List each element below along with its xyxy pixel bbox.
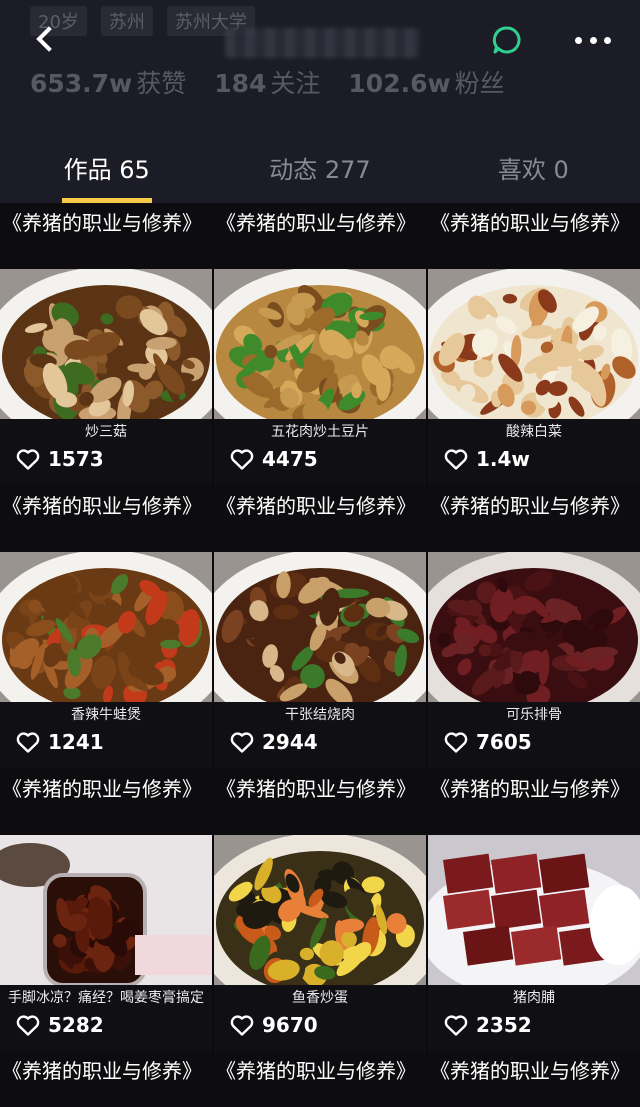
chat-bubble-icon[interactable] — [492, 25, 522, 55]
like-count: 5282 — [16, 1013, 104, 1037]
video-caption: 手脚冰凉？痛经？喝姜枣膏搞定 — [8, 990, 204, 1006]
like-count-value: 5282 — [48, 1013, 104, 1037]
video-caption: 可乐排骨 — [506, 707, 562, 723]
video-card[interactable]: 《养猪的职业与修养》 手脚冰凉？痛经？喝姜枣膏搞定 5282 — [0, 769, 212, 1051]
video-caption: 五花肉炒土豆片 — [271, 424, 369, 440]
heart-icon — [16, 448, 40, 470]
profile-stats: 653.7w 获赞 184 关注 102.6w 粉丝 — [30, 64, 505, 100]
video-thumbnail — [428, 269, 640, 419]
video-card[interactable]: 《养猪的职业与修养》 — [214, 1051, 426, 1107]
video-title: 《养猪的职业与修养》 — [428, 769, 640, 835]
profile-header: 20岁 苏州 苏州大学 653.7w 获赞 184 关注 102.6w 粉丝 作品 6… — [0, 0, 640, 203]
like-count: 2352 — [444, 1013, 532, 1037]
like-count: 7605 — [444, 730, 532, 754]
video-title: 《养猪的职业与修养》 — [428, 203, 640, 269]
video-card[interactable]: 《养猪的职业与修养》 鱼香炒蛋 9670 — [214, 769, 426, 1051]
video-card[interactable]: 《养猪的职业与修养》 — [0, 1051, 212, 1107]
video-thumbnail — [214, 269, 426, 419]
blurred-username — [225, 28, 420, 58]
like-count: 2944 — [230, 730, 318, 754]
video-card[interactable]: 《养猪的职业与修养》 干张结烧肉 2944 — [214, 486, 426, 768]
video-title: 《养猪的职业与修养》 — [0, 1051, 212, 1107]
video-title: 《养猪的职业与修养》 — [214, 203, 426, 269]
video-card[interactable]: 《养猪的职业与修养》 猪肉脯 2352 — [428, 769, 640, 1051]
like-count-value: 7605 — [476, 730, 532, 754]
video-card[interactable]: 《养猪的职业与修养》 — [428, 1051, 640, 1107]
back-arrow-icon[interactable] — [30, 22, 66, 58]
video-title: 《养猪的职业与修养》 — [214, 769, 426, 835]
video-caption: 酸辣白菜 — [506, 424, 562, 440]
like-count-value: 4475 — [262, 447, 318, 471]
video-title: 《养猪的职业与修养》 — [428, 1051, 640, 1107]
video-title: 《养猪的职业与修养》 — [0, 203, 212, 269]
video-caption: 炒三菇 — [85, 424, 127, 440]
heart-icon — [230, 448, 254, 470]
video-title: 《养猪的职业与修养》 — [428, 486, 640, 552]
heart-icon — [16, 1014, 40, 1036]
tab-likes[interactable]: 喜欢 0 — [427, 150, 640, 190]
like-count-value: 1573 — [48, 447, 104, 471]
like-count: 1.4w — [444, 447, 530, 471]
video-title: 《养猪的职业与修养》 — [0, 486, 212, 552]
like-count: 4475 — [230, 447, 318, 471]
stat-followers[interactable]: 102.6w 粉丝 — [348, 64, 504, 100]
heart-icon — [16, 731, 40, 753]
partial-row: 《养猪的职业与修养》 《养猪的职业与修养》 《养猪的职业与修养》 — [0, 1051, 640, 1107]
video-card[interactable]: 《养猪的职业与修养》 五花肉炒土豆片 4475 — [214, 203, 426, 485]
like-count: 1573 — [16, 447, 104, 471]
stat-following[interactable]: 184 关注 — [214, 64, 320, 100]
heart-icon — [444, 1014, 468, 1036]
tab-works[interactable]: 作品 65 — [0, 150, 213, 190]
video-caption: 香辣牛蛙煲 — [71, 707, 141, 723]
video-thumbnail — [0, 835, 212, 985]
heart-icon — [444, 448, 468, 470]
like-count: 9670 — [230, 1013, 318, 1037]
video-title: 《养猪的职业与修养》 — [0, 769, 212, 835]
video-thumbnail — [428, 835, 640, 985]
video-caption: 鱼香炒蛋 — [292, 990, 348, 1006]
video-card[interactable]: 《养猪的职业与修养》 香辣牛蛙煲 1241 — [0, 486, 212, 768]
like-count: 1241 — [16, 730, 104, 754]
tab-moments[interactable]: 动态 277 — [213, 150, 426, 190]
profile-tabs: 作品 65 动态 277 喜欢 0 — [0, 150, 640, 190]
video-thumbnail — [0, 552, 212, 702]
video-title: 《养猪的职业与修养》 — [214, 486, 426, 552]
video-thumbnail — [214, 552, 426, 702]
video-card[interactable]: 《养猪的职业与修养》 炒三菇 1573 — [0, 203, 212, 485]
video-thumbnail — [428, 552, 640, 702]
video-caption: 干张结烧肉 — [285, 707, 355, 723]
more-options-icon[interactable] — [575, 28, 611, 52]
video-card[interactable]: 《养猪的职业与修养》 可乐排骨 7605 — [428, 486, 640, 768]
like-count-value: 1.4w — [476, 447, 530, 471]
heart-icon — [444, 731, 468, 753]
video-thumbnail — [214, 835, 426, 985]
video-title: 《养猪的职业与修养》 — [214, 1051, 426, 1107]
heart-icon — [230, 1014, 254, 1036]
stat-likes[interactable]: 653.7w 获赞 — [30, 64, 186, 100]
like-count-value: 1241 — [48, 730, 104, 754]
like-count-value: 9670 — [262, 1013, 318, 1037]
video-caption: 猪肉脯 — [513, 990, 555, 1006]
city-tag: 苏州 — [100, 6, 153, 36]
video-thumbnail — [0, 269, 212, 419]
heart-icon — [230, 731, 254, 753]
video-card[interactable]: 《养猪的职业与修养》 酸辣白菜 1.4w — [428, 203, 640, 485]
like-count-value: 2352 — [476, 1013, 532, 1037]
like-count-value: 2944 — [262, 730, 318, 754]
